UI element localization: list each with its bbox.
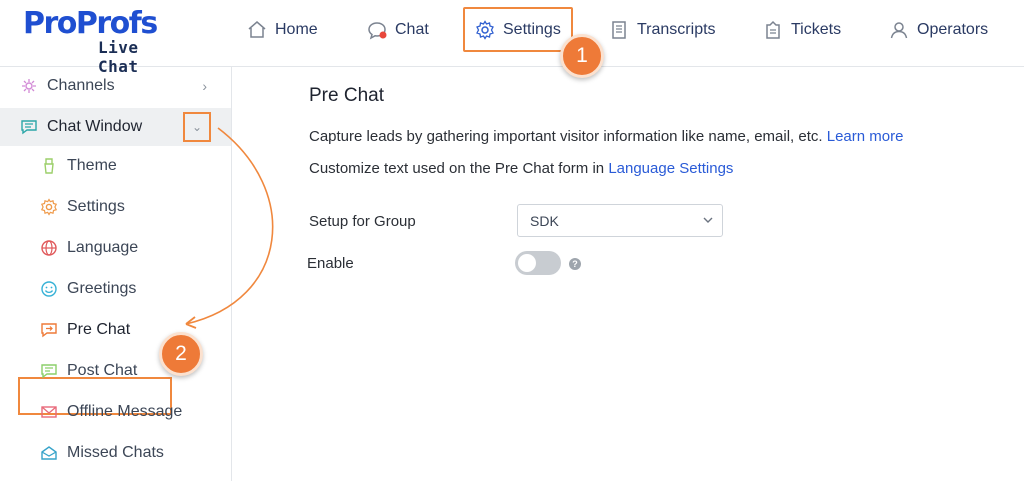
sidebar-item-label: Settings <box>67 198 125 215</box>
nav-chat-label: Chat <box>395 21 429 38</box>
sidebar-item-label: Pre Chat <box>67 321 131 338</box>
nav-settings[interactable]: Settings <box>463 7 573 52</box>
sidebar-item-language[interactable]: Language <box>0 229 231 267</box>
nav-tickets-label: Tickets <box>791 21 842 38</box>
step-callout-1: 1 <box>560 34 604 78</box>
nav-transcripts[interactable]: Transcripts <box>609 14 716 46</box>
nav-home-label: Home <box>275 21 318 38</box>
description-capture-leads: Capture leads by gathering important vis… <box>309 128 903 145</box>
nav-chat[interactable]: Chat <box>367 14 429 46</box>
main-content: Pre Chat Capture leads by gathering impo… <box>232 67 1024 481</box>
description-text: Customize text used on the Pre Chat form… <box>309 160 605 177</box>
description-customize-text: Customize text used on the Pre Chat form… <box>309 160 733 177</box>
nav-settings-label: Settings <box>503 20 561 38</box>
group-select[interactable]: SDK <box>517 204 723 237</box>
step-callout-2: 2 <box>159 332 203 376</box>
ticket-icon <box>766 20 780 39</box>
sidebar-item-label: Offline Message <box>67 403 183 420</box>
page-title: Pre Chat <box>309 85 384 106</box>
nav-operators[interactable]: Operators <box>889 14 988 46</box>
proprofs-logo[interactable]: ProProfs Live Chat <box>23 6 175 76</box>
prechat-icon <box>41 323 57 338</box>
top-navigation-bar: ProProfs Live Chat Home Chat Settings Tr… <box>0 0 1024 76</box>
sidebar-item-offline-message[interactable]: Offline Message <box>0 393 231 431</box>
sidebar-item-settings[interactable]: Settings <box>0 188 231 226</box>
learn-more-link[interactable]: Learn more <box>827 128 904 145</box>
chat-window-dropdown-toggle[interactable]: ⌄ <box>183 112 211 142</box>
chevron-right-icon: › <box>202 78 207 94</box>
nav-tickets[interactable]: Tickets <box>763 14 841 46</box>
gear-icon <box>40 198 58 216</box>
mail-icon <box>41 406 57 418</box>
toggle-knob <box>518 254 536 272</box>
globe-icon <box>41 240 57 256</box>
sidebar-item-label: Missed Chats <box>67 444 164 461</box>
postchat-icon <box>41 364 57 379</box>
enable-toggle[interactable] <box>515 251 561 275</box>
sidebar-chat-window-label: Chat Window <box>47 118 143 135</box>
sidebar-item-label: Theme <box>67 157 117 174</box>
sidebar-item-label: Post Chat <box>67 362 138 379</box>
chevron-down-icon: ⌄ <box>191 120 203 134</box>
transcript-icon <box>612 21 626 39</box>
sidebar-item-channels[interactable]: Channels › <box>0 67 231 105</box>
channels-icon <box>22 79 36 93</box>
setup-for-group-label: Setup for Group <box>309 213 416 230</box>
sidebar-item-greetings[interactable]: Greetings <box>0 270 231 308</box>
group-select-value: SDK <box>530 212 559 229</box>
nav-home[interactable]: Home <box>247 14 318 46</box>
theme-icon <box>44 158 54 174</box>
nav-transcripts-label: Transcripts <box>637 21 716 38</box>
user-icon <box>890 22 908 39</box>
enable-label: Enable <box>307 255 354 272</box>
sidebar-item-label: Language <box>67 239 139 256</box>
help-icon[interactable]: ? <box>569 258 581 270</box>
gear-icon <box>476 19 494 40</box>
sidebar-item-missed-chats[interactable]: Missed Chats <box>0 434 231 472</box>
sidebar-item-label: Greetings <box>67 280 137 297</box>
smile-icon <box>41 281 57 297</box>
sidebar: Channels › Chat Window ⌄ Theme Settings … <box>0 67 232 481</box>
sidebar-channels-label: Channels <box>47 77 115 94</box>
sidebar-item-theme[interactable]: Theme <box>0 147 231 185</box>
chat-window-icon <box>21 120 37 135</box>
language-settings-link[interactable]: Language Settings <box>608 160 733 177</box>
logo-text: ProProfs <box>23 6 158 41</box>
missed-chat-icon <box>41 446 57 460</box>
chevron-down-icon <box>703 217 713 223</box>
description-text: Capture leads by gathering important vis… <box>309 128 823 145</box>
chat-icon <box>368 22 387 40</box>
home-icon <box>248 21 266 38</box>
nav-operators-label: Operators <box>917 21 989 38</box>
